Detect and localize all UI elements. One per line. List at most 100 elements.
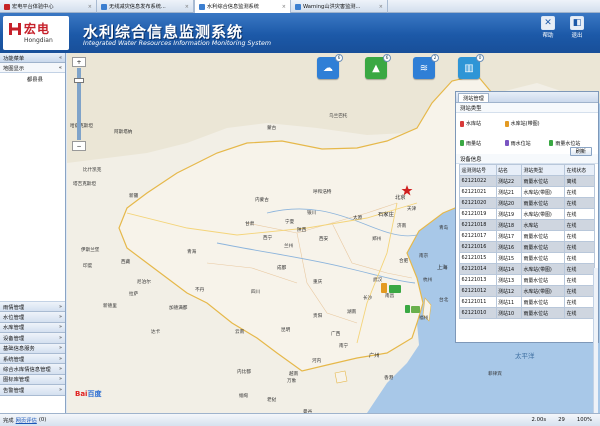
table-cell: 在线	[564, 208, 595, 220]
close-icon[interactable]: ×	[185, 4, 189, 10]
expand-icon[interactable]: »	[59, 345, 62, 351]
table-row[interactable]: 62121011 测站11 雨量水位站 在线	[459, 296, 595, 308]
column-header[interactable]: 站名	[495, 164, 523, 176]
city-label: 比什凯克	[83, 168, 102, 173]
browser-tab-bar: 宏电平台体验中心 × 无线减灾信息发布系统... × 水利综合信息监测系统 × War…	[0, 0, 600, 13]
menu-item[interactable]: 系统管理 »	[0, 353, 65, 365]
expand-icon[interactable]: »	[59, 335, 62, 341]
tab-label: 水利综合信息监测系统	[207, 4, 259, 10]
station-type-label: 水库站	[466, 121, 482, 128]
building-tool-button[interactable]: ▥ 0	[458, 54, 484, 79]
table-row[interactable]: 62121017 测站17 雨量水位站 在线	[459, 230, 595, 242]
menu-item[interactable]: 水位管理 »	[0, 312, 65, 323]
collapse-icon[interactable]: «	[59, 65, 62, 71]
status-done: 完成	[3, 418, 14, 424]
menu-item-label: 系统管理	[3, 356, 25, 363]
column-header[interactable]: 测站类型	[520, 164, 566, 176]
logout-button[interactable]: ◧ 退出	[566, 16, 588, 39]
help-button[interactable]: ✕ 帮助	[537, 16, 559, 39]
close-icon[interactable]: ×	[379, 4, 383, 10]
menu-item-label: 水库管理	[3, 325, 25, 332]
table-row[interactable]: 62121021 测站21 水库站(带图) 在线	[459, 186, 595, 198]
menu-item[interactable]: 告警管理 »	[0, 385, 65, 396]
column-header[interactable]: 遥测测站号	[459, 164, 497, 176]
table-row[interactable]: 62121013 测站13 雨量水位站 在线	[459, 274, 595, 286]
city-label: 银川	[307, 211, 317, 216]
city-label: 福州	[419, 316, 429, 321]
close-icon[interactable]: ×	[88, 4, 92, 10]
table-row[interactable]: 62121010 测站10 雨量水位站 在线	[459, 307, 595, 319]
browser-tab-1[interactable]: 宏电平台体验中心 ×	[0, 0, 97, 13]
station-type-item[interactable]: 水库站	[460, 116, 505, 132]
assessment-count: (0)	[38, 417, 47, 423]
menu-item[interactable]: 设备管理 »	[0, 333, 65, 344]
table-cell: 62121018	[459, 219, 497, 231]
table-body: 62121022 测站22 雨量水位站 离线 62121021 测站21 水库站(带图) 在线…	[459, 175, 595, 319]
map-display-header[interactable]: 地图显示 «	[0, 63, 65, 73]
zoom-in-button[interactable]: +	[72, 57, 86, 67]
expand-icon[interactable]: »	[59, 387, 62, 393]
city-label: 四川	[251, 290, 261, 295]
browser-tab-2[interactable]: 无线减灾信息发布系统... ×	[97, 0, 194, 13]
zoom-out-button[interactable]: −	[72, 141, 86, 151]
menu-item[interactable]: 基础信息服务 »	[0, 343, 65, 354]
station-type-item[interactable]: 水库站(带图)	[504, 116, 550, 132]
tab-station-management[interactable]: 测站管理	[458, 93, 489, 102]
station-type-item[interactable]	[549, 116, 594, 132]
table-cell: 雨量水位站	[520, 230, 566, 242]
table-cell: 测站19	[495, 208, 523, 220]
expand-icon[interactable]: »	[59, 376, 62, 382]
baidu-logo-text: Bai	[75, 390, 88, 398]
marker-icon	[549, 140, 554, 147]
table-cell: 雨量水位站	[520, 241, 566, 253]
zoom-slider[interactable]	[74, 68, 84, 140]
expand-icon[interactable]: »	[59, 324, 62, 330]
table-cell: 在线	[564, 285, 595, 297]
table-row[interactable]: 62121014 测站14 水库站(带图) 在线	[459, 263, 595, 275]
table-cell: 62121017	[459, 230, 497, 242]
collapse-icon[interactable]: «	[59, 55, 62, 61]
table-row[interactable]: 62121020 测站20 雨量水位站 在线	[459, 197, 595, 209]
table-row[interactable]: 62121015 测站15 雨量水位站 在线	[459, 252, 595, 264]
table-cell: 在线	[564, 263, 595, 275]
menu-item[interactable]: 综合水库情信息管理 »	[0, 364, 65, 375]
water-level-tool-button[interactable]: ≋ 2	[413, 54, 439, 79]
expand-icon[interactable]: »	[59, 366, 62, 372]
expand-icon[interactable]: »	[59, 304, 62, 310]
city-label: 长沙	[363, 296, 373, 301]
hill-tool-button[interactable]: ▲ 6	[365, 54, 391, 79]
city-label: 武汉	[373, 278, 383, 283]
city-label: 太原	[353, 216, 363, 221]
table-cell: 测站17	[495, 230, 523, 242]
close-icon[interactable]: ×	[282, 4, 286, 10]
expand-icon[interactable]: »	[59, 356, 62, 362]
table-row[interactable]: 62121018 测站18 水库站 在线	[459, 219, 595, 231]
zoom-handle[interactable]	[74, 78, 84, 83]
browser-tab-3[interactable]: 水利综合信息监测系统 ×	[194, 0, 291, 13]
table-cell: 水库站(带图)	[520, 285, 566, 297]
table-row[interactable]: 62121016 测站16 雨量水位站 在线	[459, 241, 595, 253]
menu-item-label: 图标库管理	[3, 377, 30, 384]
table-cell: 在线	[564, 252, 595, 264]
city-label: 乌兰巴托	[329, 114, 348, 119]
tree-root-item[interactable]: 都县县	[0, 73, 65, 83]
zoom-level[interactable]: 100%	[575, 417, 594, 423]
page-icon	[199, 3, 205, 10]
refresh-button[interactable]: 刷新	[569, 147, 592, 156]
table-row[interactable]: 62121022 测站22 雨量水位站 离线	[459, 175, 595, 187]
station-type-item[interactable]: 雨量站	[460, 136, 505, 152]
station-type-item[interactable]: 雨水位站	[504, 136, 550, 152]
table-row[interactable]: 62121012 测站12 水库站(带图) 在线	[459, 285, 595, 297]
menu-item[interactable]: 雨情管理 »	[0, 302, 65, 313]
rain-tool-button[interactable]: ☁ 6	[317, 54, 343, 79]
page-assessment-link[interactable]: 网页评估	[16, 416, 37, 424]
menu-item[interactable]: 水库管理 »	[0, 322, 65, 334]
expand-icon[interactable]: »	[59, 314, 62, 320]
table-cell: 在线	[564, 296, 595, 308]
browser-tab-4[interactable]: Warning山洪灾害监测... ×	[291, 0, 388, 13]
column-header[interactable]: 在线状态	[564, 164, 595, 176]
menu-item[interactable]: 图标库管理 »	[0, 374, 65, 386]
tab-label: Warning山洪灾害监测...	[303, 4, 361, 10]
table-row[interactable]: 62121019 测站19 水库站(带图) 在线	[459, 208, 595, 220]
table-scrollbar[interactable]	[593, 268, 598, 426]
